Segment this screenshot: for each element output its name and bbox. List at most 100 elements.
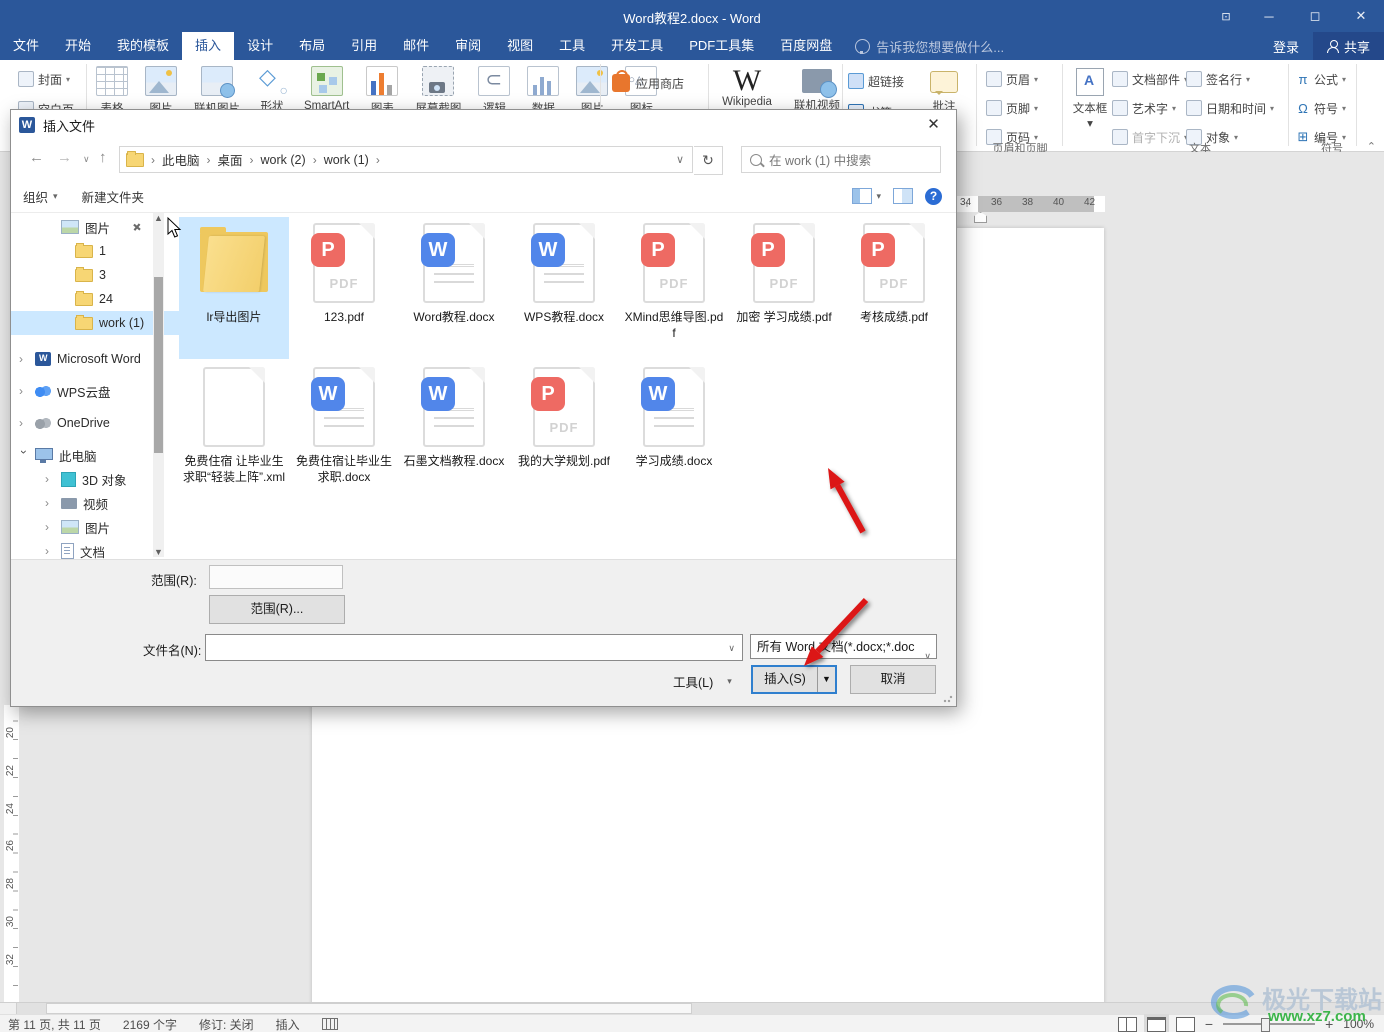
expander-icon[interactable]: › (17, 450, 31, 460)
preview-pane-icon[interactable] (893, 188, 913, 204)
horizontal-ruler[interactable]: 34 36 38 40 42 (952, 196, 1105, 212)
ribbon-tab[interactable]: 插入 (182, 32, 235, 60)
ribbon-display-options-icon[interactable]: ⊡ (1206, 10, 1246, 23)
scrollbar-thumb[interactable] (46, 1003, 692, 1014)
online-video-button[interactable]: 联机视频 (786, 66, 848, 113)
file-item[interactable]: W WPS教程.docx (509, 217, 619, 359)
scroll-up-icon[interactable]: ▲ (153, 213, 164, 223)
forward-icon[interactable]: → (57, 149, 72, 166)
expander-icon[interactable]: › (45, 544, 55, 558)
scrollbar-thumb[interactable] (154, 277, 163, 453)
ribbon-tab[interactable]: 引用 (338, 32, 390, 60)
change-view-button[interactable]: ▾ (852, 188, 881, 204)
ribbon-big-button[interactable]: 形状 (257, 62, 288, 116)
ribbon-big-button[interactable]: 图片 (576, 62, 609, 116)
ribbon-big-button[interactable]: 图片 (145, 62, 177, 116)
tree-item[interactable]: › work (1) ✚ (11, 311, 199, 335)
ribbon-tab[interactable]: 布局 (286, 32, 338, 60)
comment-button[interactable]: 批注 (916, 66, 972, 114)
help-icon[interactable]: ? (925, 187, 942, 205)
tree-item[interactable]: › 图片 ✚ (11, 215, 151, 239)
organize-button[interactable]: 组织 ▾ (11, 187, 70, 206)
tree-item[interactable]: › WPS云盘 ✚ (11, 379, 151, 403)
new-folder-button[interactable]: 新建文件夹 (70, 187, 157, 206)
ribbon-tab[interactable]: PDF工具集 (676, 32, 767, 60)
file-item[interactable]: 免费住宿 让毕业生求职“轻装上阵”.xml (179, 361, 289, 503)
expander-icon[interactable]: › (45, 472, 55, 486)
text-group-button[interactable]: 艺术字 ▾ (1112, 97, 1188, 119)
cover-page-button[interactable]: 封面 ▾ (18, 68, 74, 90)
dialog-close-button[interactable]: ✕ (911, 110, 956, 140)
vertical-ruler[interactable]: 20 22 24 26 28 30 32 (4, 705, 19, 1032)
breadcrumb-item[interactable]: 此电脑 (162, 150, 200, 169)
expander-icon[interactable]: › (19, 416, 29, 430)
tree-item[interactable]: › Microsoft Word ✚ (11, 347, 151, 371)
back-icon[interactable]: ← (29, 149, 44, 166)
scroll-down-icon[interactable]: ▼ (153, 547, 164, 557)
history-dropdown-icon[interactable]: ∨ (83, 154, 90, 165)
tree-item[interactable]: › 图片 ✚ (11, 515, 151, 539)
ribbon-tab[interactable]: 审阅 (442, 32, 494, 60)
insert-split-arrow-icon[interactable]: ▼ (817, 667, 835, 692)
ribbon-big-button[interactable]: 表格 (96, 62, 128, 116)
ribbon-big-button[interactable]: 屏幕截图 (415, 62, 461, 116)
hyperlink-button[interactable]: 超链接 (848, 70, 904, 92)
range-button[interactable]: 范围(R)... (209, 595, 345, 624)
textbox-button[interactable]: 文本框▾ (1066, 66, 1114, 130)
header-footer-button[interactable]: 页脚 ▾ (986, 97, 1038, 119)
tree-item[interactable]: › 1 ✚ (11, 239, 151, 263)
share-button[interactable]: 共享 (1312, 32, 1384, 60)
expander-icon[interactable]: › (19, 352, 29, 366)
breadcrumb[interactable]: › 此电脑 › 桌面 › work (2) › work (1) › ∨ (119, 146, 693, 173)
track-changes[interactable]: 修订: 关闭 (199, 1016, 254, 1032)
up-icon[interactable]: ↑ (99, 149, 107, 166)
search-input[interactable]: 在 work (1) 中搜索 (741, 146, 941, 173)
breadcrumb-item[interactable]: work (2) (261, 153, 306, 167)
ribbon-big-button[interactable]: 逻辑 (478, 62, 511, 116)
keyboard-icon[interactable] (321, 1018, 338, 1030)
tree-item[interactable]: › 视频 ✚ (11, 491, 151, 515)
ribbon-big-button[interactable]: 联机图片 (194, 62, 240, 116)
file-item[interactable]: W 免费住宿让毕业生求职.docx (289, 361, 399, 503)
text-group-button[interactable]: 文档部件▾ (1112, 68, 1188, 90)
minimize-button[interactable]: ─ (1246, 9, 1292, 24)
page-indicator[interactable]: 第 11 页, 共 11 页 (8, 1016, 101, 1032)
tools-button[interactable]: 工具(L) ▾ (673, 672, 732, 691)
tree-item[interactable]: › 3D 对象 ✚ (11, 467, 151, 491)
symbol-group-button[interactable]: π 公式 ▾ (1296, 68, 1347, 90)
file-item[interactable]: P PDF 我的大学规划.pdf (509, 361, 619, 503)
web-layout-icon[interactable] (1175, 1016, 1195, 1032)
tree-item[interactable]: › 3 ✚ (11, 263, 151, 287)
ribbon-tab[interactable]: 百度网盘 (767, 32, 845, 60)
file-item[interactable]: P PDF XMind思维导图.pdf (619, 217, 729, 359)
file-item[interactable]: P PDF 加密 学习成绩.pdf (729, 217, 839, 359)
ribbon-big-button[interactable]: 图表 (366, 62, 399, 116)
maximize-button[interactable]: ◻ (1292, 8, 1338, 24)
ribbon-big-button[interactable]: 数据 (527, 62, 560, 116)
tree-item[interactable]: › 此电脑 ✚ (11, 443, 151, 467)
breadcrumb-dropdown-icon[interactable]: ∨ (676, 153, 692, 166)
ribbon-tab[interactable]: 设计 (234, 32, 286, 60)
tree-item[interactable]: › 24 ✚ (11, 287, 151, 311)
expander-icon[interactable]: › (45, 496, 55, 510)
file-item[interactable]: P PDF 考核成绩.pdf (839, 217, 949, 359)
file-item[interactable]: W Word教程.docx (399, 217, 509, 359)
tree-item[interactable]: › OneDrive ✚ (11, 411, 151, 435)
ribbon-tab[interactable]: 我的模板 (104, 32, 182, 60)
filename-input[interactable]: ∨ (205, 634, 743, 661)
app-store-button[interactable]: 应用商店 (612, 70, 684, 92)
ribbon-big-button[interactable]: SmartArt (304, 62, 349, 116)
header-footer-button[interactable]: 页眉 ▾ (986, 68, 1038, 90)
ribbon-tab[interactable]: 开发工具 (598, 32, 676, 60)
wikipedia-button[interactable]: W Wikipedia (716, 66, 778, 109)
file-item[interactable]: P PDF 123.pdf (289, 217, 399, 359)
ribbon-tab[interactable]: 视图 (494, 32, 546, 60)
tell-me-search[interactable]: 告诉我您想要做什么... (855, 32, 1004, 60)
close-button[interactable]: ✕ (1338, 8, 1384, 24)
breadcrumb-item[interactable]: work (1) (324, 153, 369, 167)
resize-grip[interactable] (943, 693, 953, 703)
file-item[interactable]: W 石墨文档教程.docx (399, 361, 509, 503)
range-input[interactable] (209, 565, 343, 589)
ribbon-tab[interactable]: 文件 (0, 32, 52, 60)
expander-icon[interactable]: › (19, 384, 29, 398)
